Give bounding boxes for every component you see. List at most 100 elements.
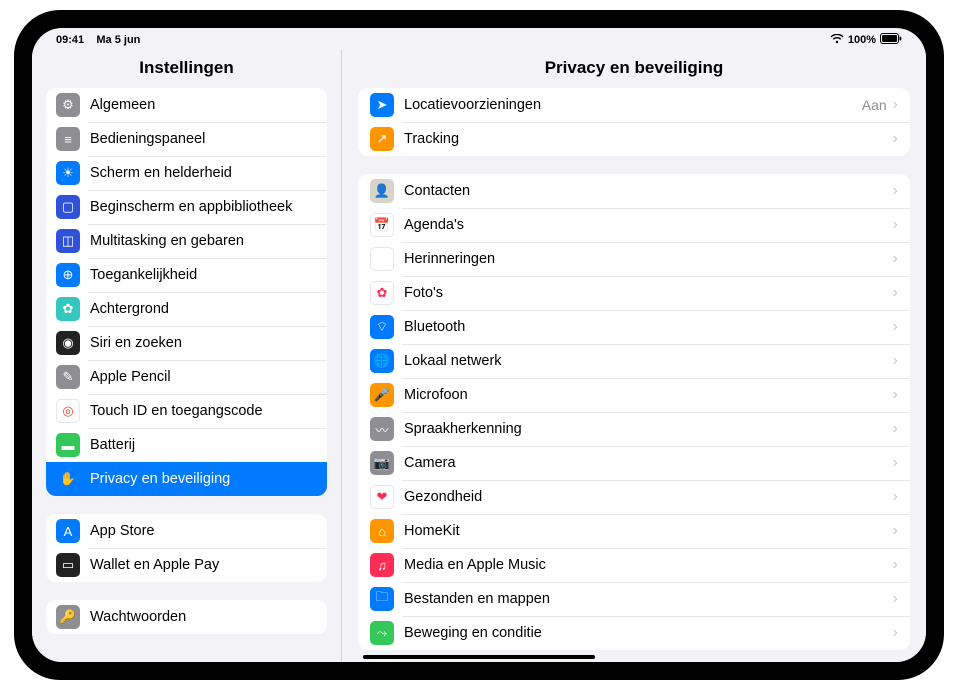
sidebar-item-home[interactable]: ▢Beginscherm en appbibliotheek xyxy=(46,190,327,224)
sidebar-item-label: Siri en zoeken xyxy=(90,335,317,351)
main-scroll[interactable]: ➤LocatievoorzieningenAan›↗︎Tracking›👤Con… xyxy=(342,88,926,662)
motion-icon: ⤳ xyxy=(370,621,394,645)
main-item-label: Agenda's xyxy=(404,217,893,233)
sidebar-item-touchid[interactable]: ◎Touch ID en toegangscode xyxy=(46,394,327,428)
sidebar-item-wallpaper[interactable]: ✿ Achtergrond xyxy=(46,292,327,326)
main-item-mic[interactable]: 🎤Microfoon› xyxy=(358,378,910,412)
sidebar-group: 🔑Wachtwoorden xyxy=(46,600,327,634)
photos-icon: ✿ xyxy=(370,281,394,305)
sidebar-item-label: Multitasking en gebaren xyxy=(90,233,317,249)
wallet-icon: ▭ xyxy=(56,553,80,577)
chevron-right-icon: › xyxy=(893,352,898,370)
sidebar-item-pencil[interactable]: ✎Apple Pencil xyxy=(46,360,327,394)
sidebar-item-label: Beginscherm en appbibliotheek xyxy=(90,199,317,215)
sidebar-item-label: App Store xyxy=(90,523,317,539)
chevron-right-icon: › xyxy=(893,420,898,438)
display-icon: ☀︎ xyxy=(56,161,80,185)
main-item-speech[interactable]: 〰︎Spraakherkenning› xyxy=(358,412,910,446)
main-item-label: Bestanden en mappen xyxy=(404,591,893,607)
sidebar-item-label: Wallet en Apple Pay xyxy=(90,557,317,573)
main-item-homekit[interactable]: ⌂ HomeKit› xyxy=(358,514,910,548)
chevron-right-icon: › xyxy=(893,624,898,642)
agenda-icon: 📅 xyxy=(370,213,394,237)
main-pane: Privacy en beveiliging ➤Locatievoorzieni… xyxy=(342,50,926,662)
main-item-label: Lokaal netwerk xyxy=(404,353,893,369)
sidebar-item-privacy[interactable]: ✋Privacy en beveiliging xyxy=(46,462,327,496)
main-item-bluetooth[interactable]: ⌔ Bluetooth› xyxy=(358,310,910,344)
sidebar-item-label: Achtergrond xyxy=(90,301,317,317)
main-item-photos[interactable]: ✿Foto's› xyxy=(358,276,910,310)
control-icon: ≡ xyxy=(56,127,80,151)
main-item-camera[interactable]: 📷Camera› xyxy=(358,446,910,480)
reminders-icon: ☑︎ xyxy=(370,247,394,271)
status-bar: 09:41 Ma 5 jun 100% xyxy=(32,28,926,50)
accessibility-icon: ⊕ xyxy=(56,263,80,287)
multitask-icon: ◫ xyxy=(56,229,80,253)
privacy-icon: ✋ xyxy=(56,467,80,491)
main-item-health[interactable]: ❤︎Gezondheid› xyxy=(358,480,910,514)
main-item-location[interactable]: ➤LocatievoorzieningenAan› xyxy=(358,88,910,122)
chevron-right-icon: › xyxy=(893,386,898,404)
main-item-localnet[interactable]: 🌐 Lokaal netwerk› xyxy=(358,344,910,378)
sidebar-item-accessibility[interactable]: ⊕Toegankelijkheid xyxy=(46,258,327,292)
status-left: 09:41 Ma 5 jun xyxy=(56,34,140,46)
device-frame: 09:41 Ma 5 jun 100% Instellingen ⚙︎Algem… xyxy=(14,10,944,680)
sidebar-item-multitask[interactable]: ◫ Multitasking en gebaren xyxy=(46,224,327,258)
chevron-right-icon: › xyxy=(893,216,898,234)
main-item-agenda[interactable]: 📅 Agenda's› xyxy=(358,208,910,242)
sidebar-item-display[interactable]: ☀︎ Scherm en helderheid xyxy=(46,156,327,190)
passwords-icon: 🔑 xyxy=(56,605,80,629)
main-item-files[interactable]: 🗀Bestanden en mappen› xyxy=(358,582,910,616)
appstore-icon: A xyxy=(56,519,80,543)
main-group: ➤LocatievoorzieningenAan›↗︎Tracking› xyxy=(358,88,910,156)
chevron-right-icon: › xyxy=(893,96,898,114)
wallpaper-icon: ✿ xyxy=(56,297,80,321)
screen: 09:41 Ma 5 jun 100% Instellingen ⚙︎Algem… xyxy=(32,28,926,662)
health-icon: ❤︎ xyxy=(370,485,394,509)
mic-icon: 🎤 xyxy=(370,383,394,407)
media-icon: ♫ xyxy=(370,553,394,577)
main-item-label: Bluetooth xyxy=(404,319,893,335)
main-item-label: Locatievoorzieningen xyxy=(404,97,862,113)
localnet-icon: 🌐 xyxy=(370,349,394,373)
sidebar-item-label: Scherm en helderheid xyxy=(90,165,317,181)
siri-icon: ◉ xyxy=(56,331,80,355)
main-item-label: Herinneringen xyxy=(404,251,893,267)
sidebar-item-wallet[interactable]: ▭ Wallet en Apple Pay xyxy=(46,548,327,582)
chevron-right-icon: › xyxy=(893,522,898,540)
chevron-right-icon: › xyxy=(893,318,898,336)
main-item-value: Aan xyxy=(862,97,887,113)
main-item-tracking[interactable]: ↗︎ Tracking› xyxy=(358,122,910,156)
sidebar-item-siri[interactable]: ◉ Siri en zoeken xyxy=(46,326,327,360)
battery-percent: 100% xyxy=(848,34,876,46)
main-item-label: Tracking xyxy=(404,131,893,147)
sidebar: Instellingen ⚙︎Algemeen≡Bedieningspaneel… xyxy=(32,50,342,662)
wifi-icon xyxy=(830,34,844,47)
sidebar-scroll[interactable]: ⚙︎Algemeen≡Bedieningspaneel ☀︎ Scherm en h… xyxy=(32,88,341,662)
content-split: Instellingen ⚙︎Algemeen≡Bedieningspaneel… xyxy=(32,50,926,662)
chevron-right-icon: › xyxy=(893,130,898,148)
sidebar-item-battery[interactable]: ▬Batterij xyxy=(46,428,327,462)
sidebar-item-general[interactable]: ⚙︎Algemeen xyxy=(46,88,327,122)
sidebar-item-control[interactable]: ≡Bedieningspaneel xyxy=(46,122,327,156)
sidebar-item-appstore[interactable]: A App Store xyxy=(46,514,327,548)
status-right: 100% xyxy=(830,33,902,47)
sidebar-item-passwords[interactable]: 🔑Wachtwoorden xyxy=(46,600,327,634)
main-item-contacts[interactable]: 👤 Contacten› xyxy=(358,174,910,208)
main-item-media[interactable]: ♫Media en Apple Music› xyxy=(358,548,910,582)
tracking-icon: ↗︎ xyxy=(370,127,394,151)
main-item-label: Contacten xyxy=(404,183,893,199)
main-item-label: HomeKit xyxy=(404,523,893,539)
main-item-motion[interactable]: ⤳ Beweging en conditie› xyxy=(358,616,910,650)
main-item-label: Foto's xyxy=(404,285,893,301)
chevron-right-icon: › xyxy=(893,590,898,608)
main-item-label: Beweging en conditie xyxy=(404,625,893,641)
homekit-icon: ⌂ xyxy=(370,519,394,543)
main-item-reminders[interactable]: ☑︎Herinneringen› xyxy=(358,242,910,276)
contacts-icon: 👤 xyxy=(370,179,394,203)
bluetooth-icon: ⌔ xyxy=(370,315,394,339)
sidebar-item-label: Touch ID en toegangscode xyxy=(90,403,317,419)
chevron-right-icon: › xyxy=(893,488,898,506)
chevron-right-icon: › xyxy=(893,182,898,200)
home-indicator[interactable] xyxy=(363,655,595,659)
